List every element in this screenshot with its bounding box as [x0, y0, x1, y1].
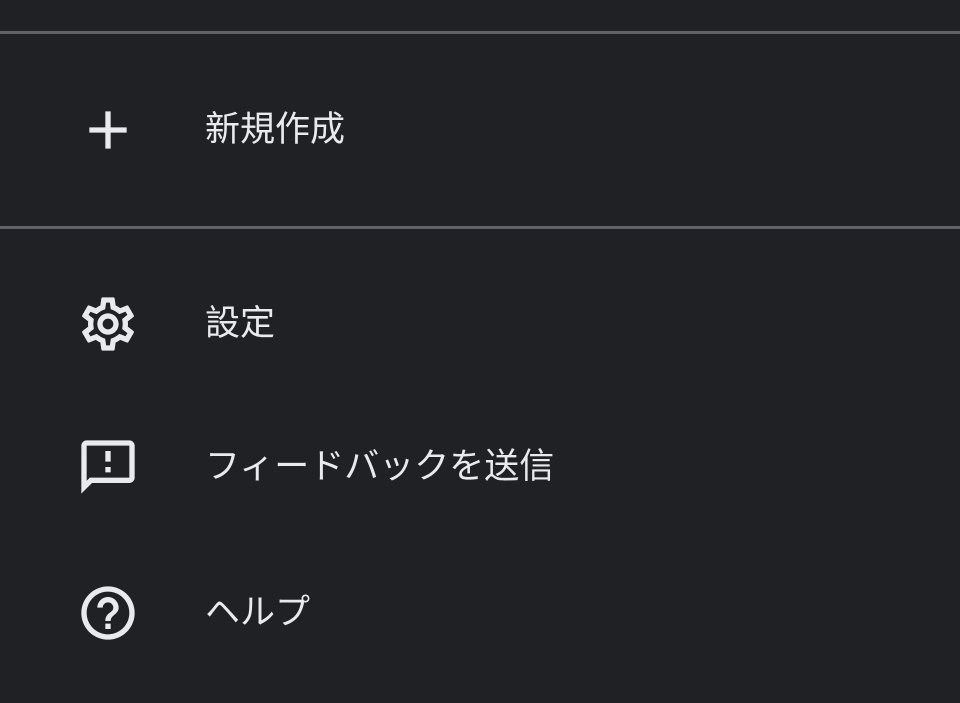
menu-item-help-label: ヘルプ — [205, 593, 311, 633]
overflow-menu: 新規作成 設定 フィードバックを送信 ヘルプ — [0, 0, 960, 703]
menu-item-feedback-label: フィードバックを送信 — [205, 447, 555, 487]
menu-item-help[interactable]: ヘルプ — [0, 565, 960, 661]
menu-divider-middle — [0, 226, 960, 229]
feedback-icon — [76, 435, 140, 499]
menu-item-new[interactable]: 新規作成 — [0, 82, 960, 178]
menu-item-settings[interactable]: 設定 — [0, 276, 960, 372]
menu-divider-top — [0, 31, 960, 34]
menu-item-new-label: 新規作成 — [205, 110, 346, 150]
plus-icon — [76, 98, 140, 162]
menu-item-settings-label: 設定 — [205, 304, 276, 344]
gear-icon — [76, 292, 140, 356]
menu-item-feedback[interactable]: フィードバックを送信 — [0, 419, 960, 515]
help-icon — [76, 581, 140, 645]
